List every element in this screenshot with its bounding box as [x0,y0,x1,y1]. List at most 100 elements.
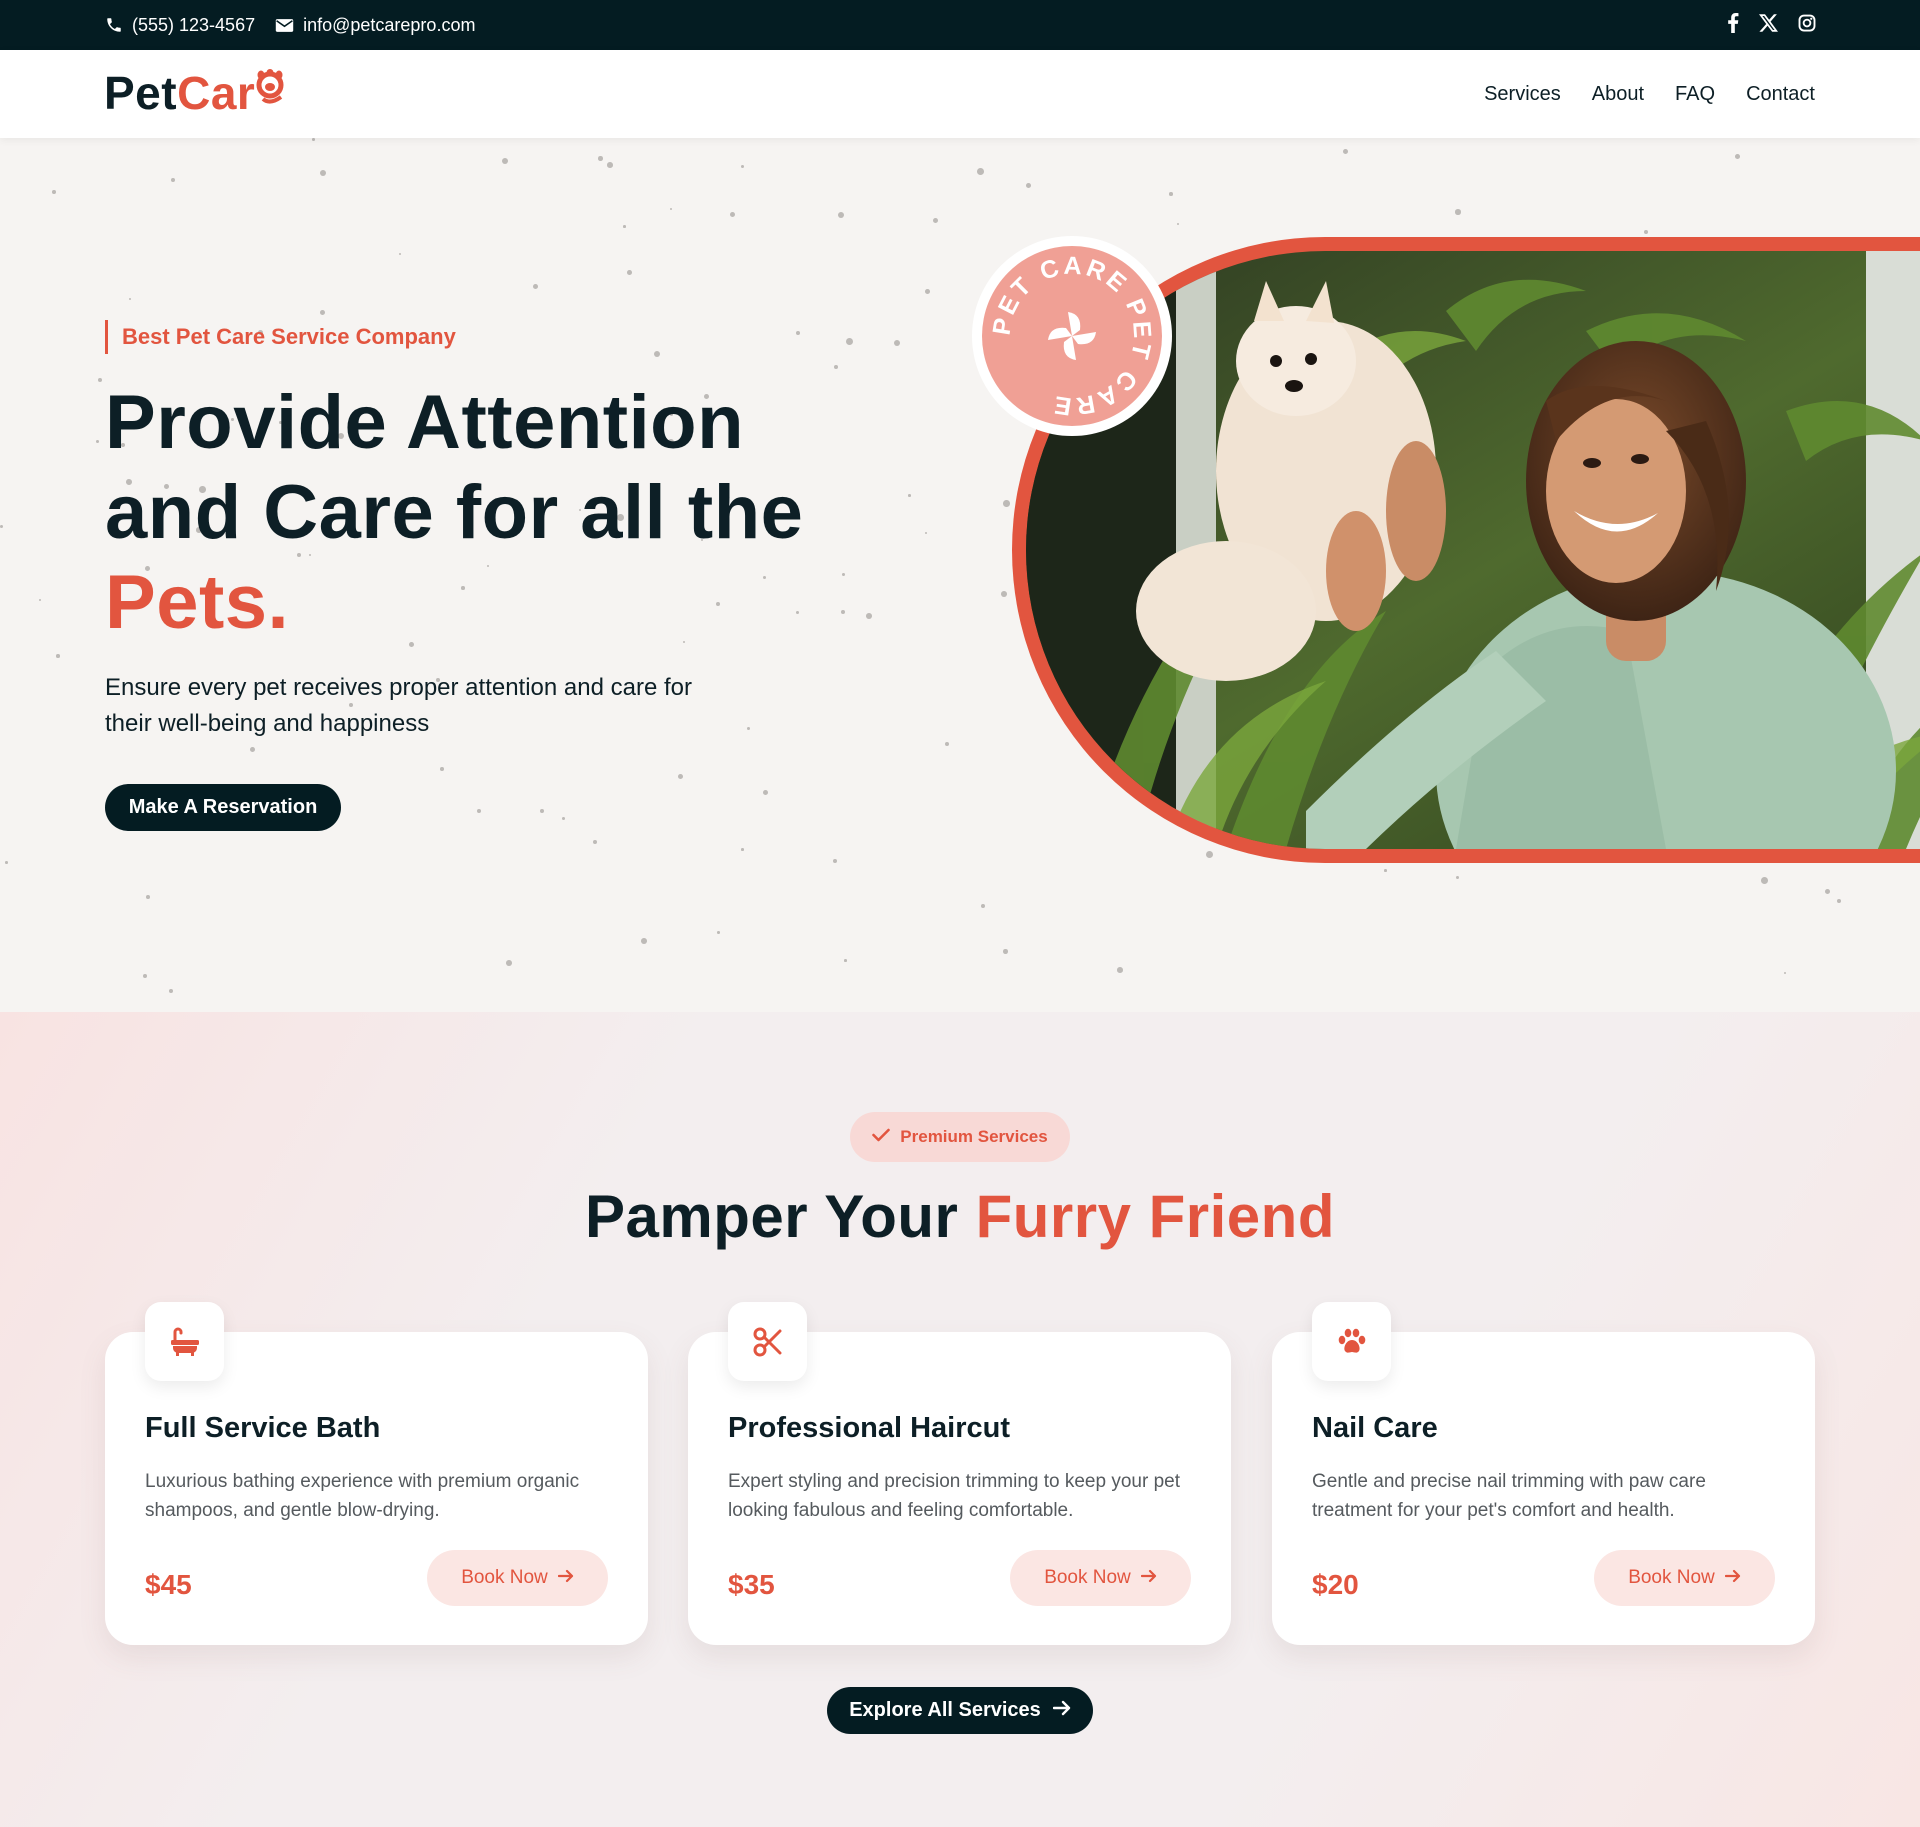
texture-speck [171,178,176,183]
card-price: $20 [1312,1569,1359,1600]
texture-speck [1644,230,1649,235]
texture-speck [39,599,42,602]
texture-speck [1735,154,1740,159]
texture-speck [1003,949,1008,954]
texture-speck [598,156,603,161]
texture-speck [129,298,132,301]
texture-speck [730,212,736,218]
hero-tagline: Best Pet Care Service Company [105,320,456,354]
top-bar: (555) 123-4567 info@petcarepro.com [0,0,1920,50]
texture-speck [399,253,402,256]
texture-speck [834,365,839,370]
service-card-nail-care: Nail Care Gentle and precise nail trimmi… [1272,1302,1815,1645]
texture-speck [1003,500,1010,507]
bath-icon [145,1302,224,1381]
card-description: Expert styling and precision trimming to… [728,1471,1180,1521]
book-now-button[interactable]: Book Now [427,1550,608,1606]
x-icon[interactable] [1759,13,1778,37]
texture-speck [1837,899,1842,904]
card-title: Nail Care [1312,1412,1438,1444]
make-reservation-button[interactable]: Make A Reservation [105,784,341,831]
instagram-icon[interactable] [1798,14,1816,37]
texture-speck [838,212,845,219]
texture-speck [1455,209,1461,215]
service-card-haircut: Professional Haircut Expert styling and … [688,1302,1231,1645]
texture-speck [945,742,950,747]
hero-description: Ensure every pet receives proper attenti… [105,674,692,737]
arrow-right-icon [557,1567,574,1589]
contact-info: (555) 123-4567 info@petcarepro.com [105,0,475,50]
logo[interactable]: Pet Car [104,66,287,116]
texture-speck [654,351,661,358]
hero-title-accent: Pets. [105,560,290,645]
scissors-icon [728,1302,807,1381]
explore-all-services-button[interactable]: Explore All Services [827,1687,1093,1734]
texture-speck [1001,591,1007,597]
services-title-plain: Pamper Your [585,1183,959,1250]
nav-faq[interactable]: FAQ [1675,83,1715,106]
texture-speck [506,960,512,966]
hero-section: Best Pet Care Service Company Provide At… [0,138,1920,1012]
texture-speck [502,158,509,165]
arrow-right-icon [1052,1699,1071,1722]
texture-speck [627,270,632,275]
main-nav: Services About FAQ Contact [1484,50,1815,138]
hero-title: Provide Attention and Care for all the P… [105,378,865,648]
service-card-bath: Full Service Bath Luxurious bathing expe… [105,1302,648,1645]
texture-speck [1117,967,1123,973]
logo-paw-icon [253,66,287,112]
book-now-button[interactable]: Book Now [1010,1550,1191,1606]
texture-speck [670,208,673,211]
texture-speck [678,774,684,780]
hero-title-line1: Provide Attention [105,380,745,465]
texture-speck [250,747,255,752]
texture-speck [747,727,751,731]
book-now-button[interactable]: Book Now [1594,1550,1775,1606]
premium-services-label: Premium Services [900,1127,1048,1146]
texture-speck [440,767,444,771]
texture-speck [981,904,986,909]
services-title: Pamper Your Furry Friend [0,1182,1920,1251]
card-title: Full Service Bath [145,1412,381,1444]
logo-text-accent: Car [177,67,256,119]
book-now-label: Book Now [461,1567,548,1588]
texture-speck [1177,223,1180,226]
pet-care-badge: PET CARE PET CARE [972,236,1172,436]
texture-speck [98,378,103,383]
card-description: Luxurious bathing experience with premiu… [145,1471,580,1521]
email-link[interactable]: info@petcarepro.com [275,15,475,36]
phone-link[interactable]: (555) 123-4567 [105,15,255,36]
texture-speck [623,225,626,228]
texture-speck [320,310,326,316]
facebook-icon[interactable] [1727,12,1739,38]
envelope-icon [275,18,294,33]
texture-speck [833,859,838,864]
texture-speck [641,938,647,944]
services-section: Premium Services Pamper Your Furry Frien… [0,1012,1920,1827]
texture-speck [5,861,8,864]
texture-speck [1169,192,1173,196]
texture-speck [741,165,745,169]
texture-speck [717,931,720,934]
texture-speck [894,340,901,347]
texture-speck [96,440,100,444]
texture-speck [908,494,911,497]
texture-speck [1784,972,1787,975]
texture-speck [925,289,930,294]
texture-speck [1761,877,1768,884]
services-title-accent: Furry Friend [975,1183,1335,1250]
nav-services[interactable]: Services [1484,83,1561,106]
logo-text-dark: Pet [104,67,178,119]
texture-speck [593,840,598,845]
texture-speck [933,218,939,224]
nav-about[interactable]: About [1592,83,1644,106]
texture-speck [741,848,744,851]
book-now-label: Book Now [1628,1567,1715,1588]
texture-speck [0,525,4,529]
nav-contact[interactable]: Contact [1746,83,1815,106]
arrow-right-icon [1724,1567,1741,1589]
texture-speck [320,170,327,177]
card-title: Professional Haircut [728,1412,1011,1444]
site-header: Pet Car Services About FAQ Contact [0,50,1920,138]
hero-title-line2: and Care for all the [105,470,804,555]
